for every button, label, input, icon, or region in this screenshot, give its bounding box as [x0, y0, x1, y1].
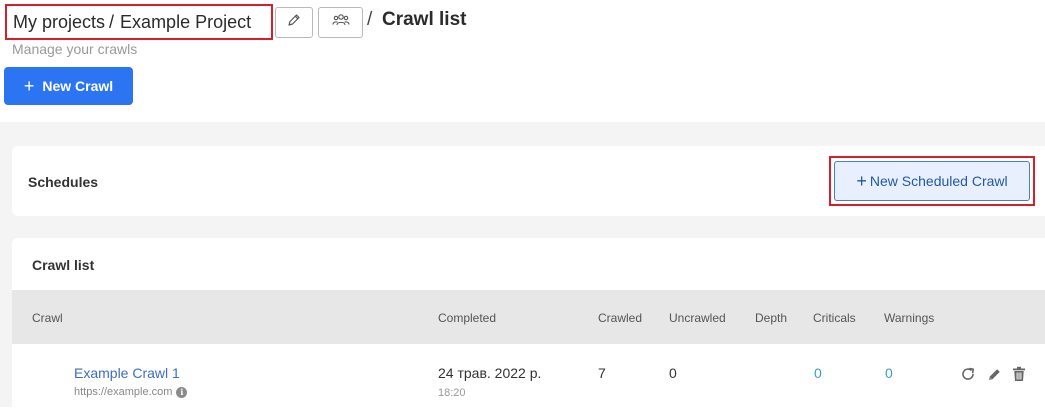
edit-project-button[interactable] [275, 7, 313, 38]
schedules-card: Schedules + New Scheduled Crawl [12, 146, 1045, 216]
column-header-crawled[interactable]: Crawled [598, 311, 642, 325]
new-scheduled-crawl-button[interactable]: + New Scheduled Crawl [834, 161, 1030, 201]
column-header-completed[interactable]: Completed [438, 311, 496, 325]
column-header-uncrawled[interactable]: Uncrawled [669, 311, 726, 325]
crawl-list-card: Crawl list Crawl Completed Crawled Uncra… [12, 238, 1045, 413]
breadcrumb-my-projects[interactable]: My projects [13, 12, 105, 33]
breadcrumb-separator: / [109, 11, 115, 32]
page-header: My projects / Example Project / Crawl li… [0, 0, 1045, 122]
highlight-outline: + New Scheduled Crawl [829, 156, 1035, 206]
table-row: Example Crawl 1 https://example.com i 24… [12, 344, 1045, 409]
schedules-title: Schedules [28, 174, 99, 190]
project-members-button[interactable] [318, 7, 363, 38]
crawl-url-text: https://example.com [74, 386, 173, 398]
crawled-count: 7 [598, 365, 606, 381]
crawl-name-link[interactable]: Example Crawl 1 [74, 365, 180, 381]
plus-icon: + [856, 171, 867, 191]
page-subtitle: Manage your crawls [12, 41, 138, 57]
completed-date: 24 трав. 2022 р. [438, 365, 542, 381]
breadcrumb-project[interactable]: Example Project [120, 12, 251, 33]
warnings-count[interactable]: 0 [885, 365, 893, 381]
column-header-criticals[interactable]: Criticals [813, 311, 856, 325]
users-icon [331, 13, 350, 32]
new-crawl-button[interactable]: + New Crawl [4, 67, 133, 105]
pencil-icon [287, 13, 301, 32]
refresh-icon[interactable] [959, 365, 977, 383]
title-separator: / [367, 9, 373, 30]
pencil-icon[interactable] [985, 365, 1003, 383]
breadcrumb: My projects / Example Project [5, 4, 273, 40]
crawl-url: https://example.com i [74, 386, 188, 398]
plus-icon: + [23, 76, 35, 96]
crawl-list-title: Crawl list [32, 257, 95, 273]
column-header-warnings[interactable]: Warnings [884, 311, 934, 325]
uncrawled-count: 0 [669, 365, 677, 381]
criticals-count[interactable]: 0 [814, 365, 822, 381]
new-scheduled-crawl-label: New Scheduled Crawl [869, 173, 1008, 189]
new-crawl-label: New Crawl [42, 78, 114, 94]
completed-time: 18:20 [438, 387, 466, 399]
trash-icon[interactable] [1010, 365, 1028, 383]
table-header: Crawl Completed Crawled Uncrawled Depth … [12, 290, 1045, 344]
page-title: Crawl list [382, 9, 467, 30]
column-header-crawl[interactable]: Crawl [32, 311, 63, 325]
column-header-depth[interactable]: Depth [755, 311, 787, 325]
info-icon[interactable]: i [176, 386, 188, 398]
